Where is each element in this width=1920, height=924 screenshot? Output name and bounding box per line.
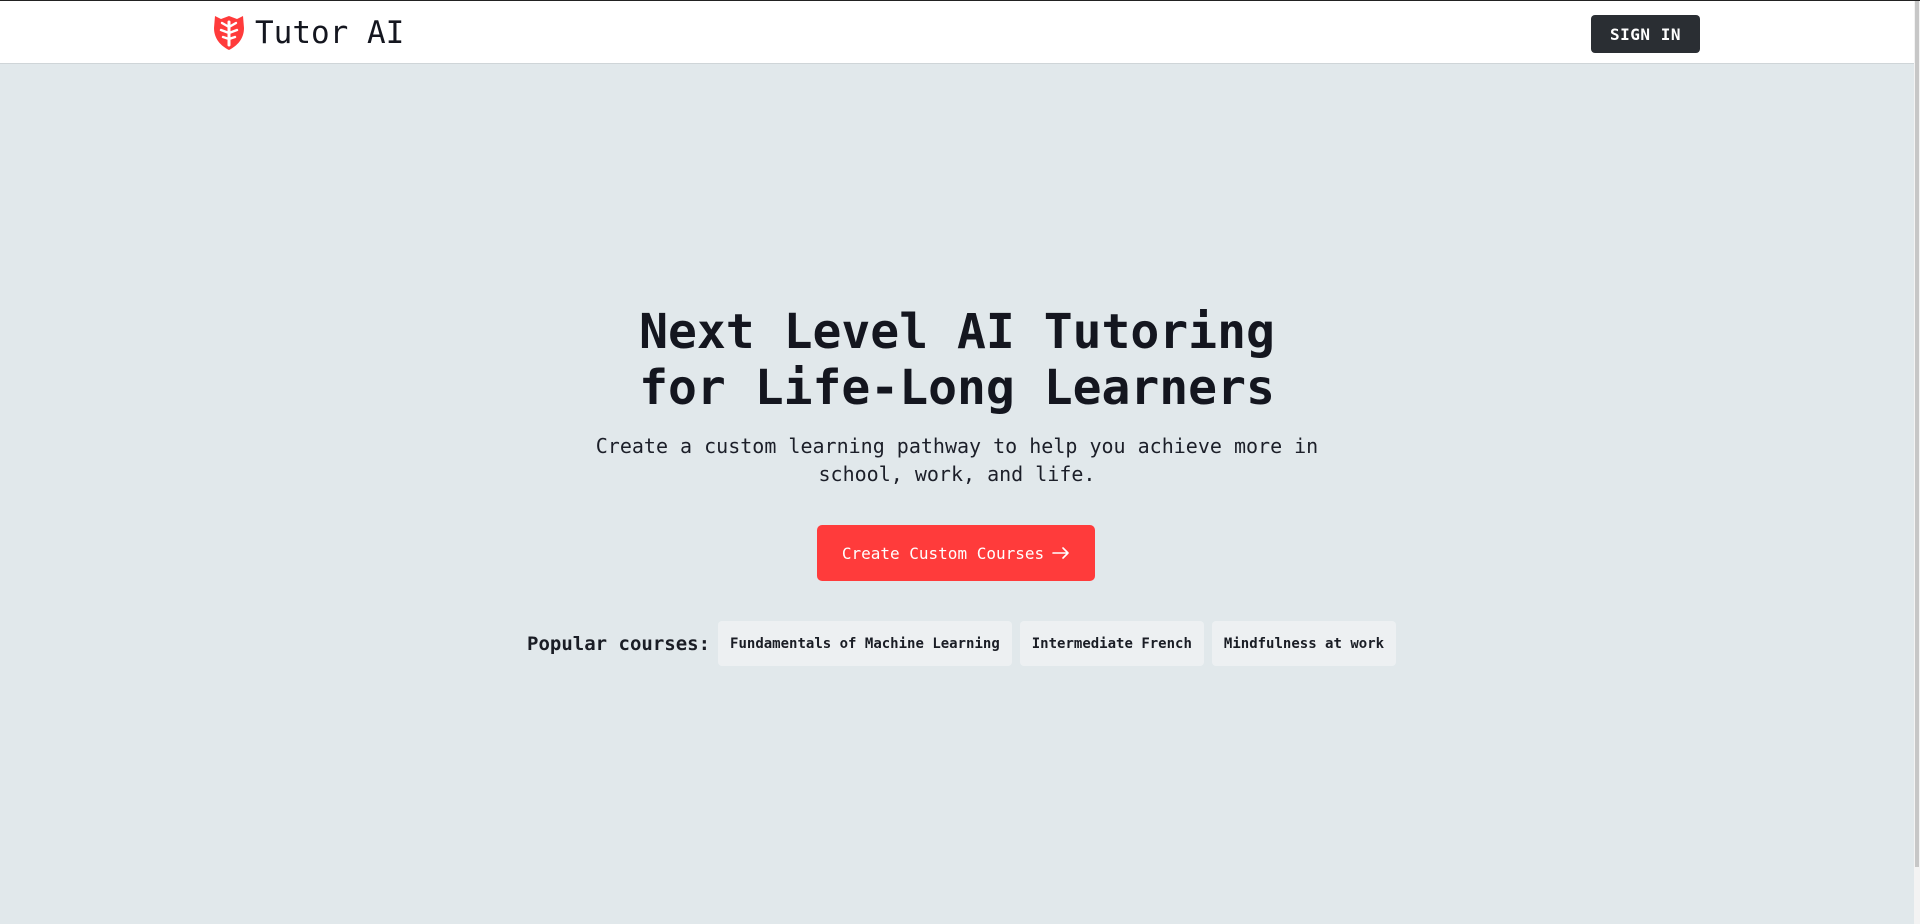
course-chip-machine-learning[interactable]: Fundamentals of Machine Learning — [718, 621, 1012, 666]
brand-link[interactable]: Tutor AI — [211, 14, 404, 52]
hero-title-line-1: Next Level AI Tutoring — [639, 304, 1275, 360]
hero-subtitle-line-2: school, work, and life. — [818, 462, 1096, 486]
hero-title-line-2: for Life-Long Learners — [639, 360, 1275, 416]
sign-in-button[interactable]: SIGN IN — [1591, 15, 1700, 53]
popular-courses-label: Popular courses: — [527, 632, 711, 655]
top-navigation-bar: Tutor AI SIGN IN — [0, 1, 1914, 64]
cta-label: Create Custom Courses — [841, 543, 1045, 563]
page-scrollbar[interactable] — [1914, 1, 1920, 924]
brand-name: Tutor AI — [255, 15, 405, 51]
course-chip-mindfulness[interactable]: Mindfulness at work — [1211, 621, 1397, 666]
hero-subtitle-line-1: Create a custom learning pathway to help… — [595, 434, 1319, 458]
hero-section: Next Level AI Tutoring for Life-Long Lea… — [0, 64, 1914, 924]
hero-subtitle: Create a custom learning pathway to help… — [0, 432, 1914, 488]
popular-courses-row: Popular courses: Fundamentals of Machine… — [527, 621, 1397, 666]
scrollbar-thumb[interactable] — [1915, 1, 1919, 867]
shield-logo-icon — [214, 16, 244, 50]
hero-title: Next Level AI Tutoring for Life-Long Lea… — [0, 304, 1914, 416]
arrow-right-icon — [1052, 547, 1069, 559]
create-custom-courses-button[interactable]: Create Custom Courses — [817, 525, 1095, 581]
course-chip-intermediate-french[interactable]: Intermediate French — [1019, 621, 1204, 666]
